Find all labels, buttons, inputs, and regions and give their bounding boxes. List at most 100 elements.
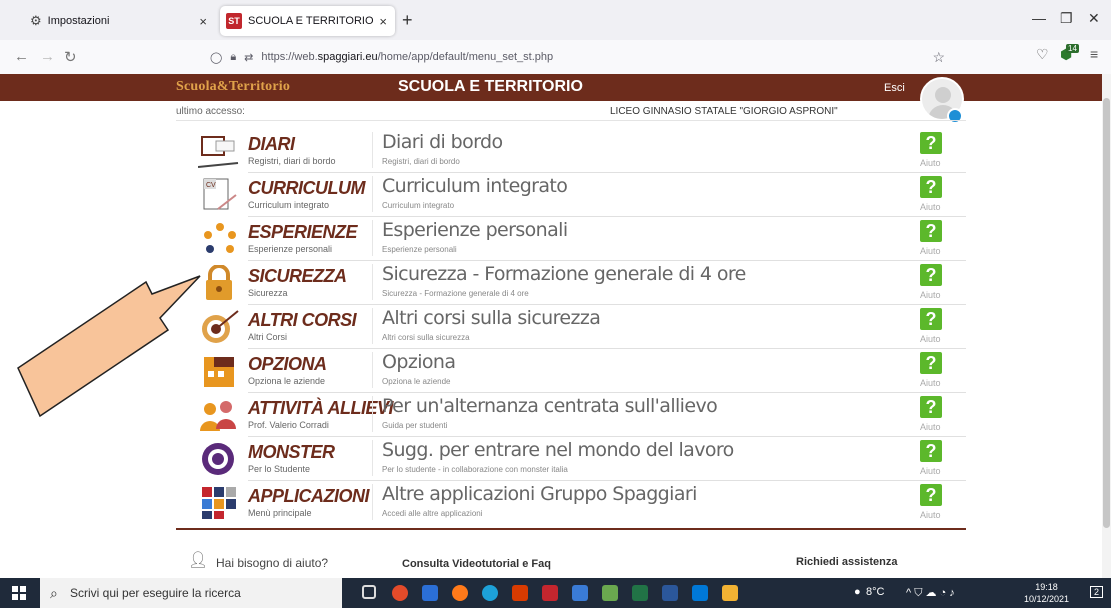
target-icon[interactable] (198, 309, 240, 345)
menu-row-curriculum[interactable]: CV CURRICULUM Curriculum integrato Curricul… (176, 172, 966, 216)
close-window-button[interactable]: ✕ (1088, 10, 1100, 27)
menu-row-altri-corsi[interactable]: ALTRI CORSI Altri Corsi Altri corsi sulla … (176, 304, 966, 348)
file-explorer-icon[interactable] (422, 585, 438, 601)
photos-icon[interactable] (692, 585, 708, 601)
help-label[interactable]: Aiuto (920, 158, 941, 168)
menu-row-opziona[interactable]: OPZIONA Opziona le aziende Opziona Opziona … (176, 348, 966, 392)
menu-row-sicurezza[interactable]: SICUREZZA Sicurezza Sicurezza - Formazione… (176, 260, 966, 304)
help-icon[interactable]: ? (920, 132, 942, 154)
back-icon[interactable]: ← (14, 48, 29, 65)
menu-item-description[interactable]: Altri corsi sulla sicurezza (382, 307, 601, 329)
menu-item-title[interactable]: CURRICULUM (248, 178, 365, 199)
help-label[interactable]: Aiuto (920, 202, 941, 212)
help-icon[interactable]: ? (920, 176, 942, 198)
menu-item-description[interactable]: Curriculum integrato (382, 175, 568, 197)
menu-row-esperienze[interactable]: ESPERIENZE Esperienze personali Esperienze… (176, 216, 966, 260)
firefox-icon[interactable] (452, 585, 468, 601)
taskbar-search-input[interactable]: ⌕ Scrivi qui per eseguire la ricerca (40, 578, 342, 608)
windows-taskbar: ⌕ Scrivi qui per eseguire la ricerca ● 8… (0, 578, 1111, 608)
menu-item-title[interactable]: APPLICAZIONI (248, 486, 370, 507)
menu-item-title[interactable]: ALTRI CORSI (248, 310, 357, 331)
help-icon[interactable]: ? (920, 220, 942, 242)
tab-settings[interactable]: ⚙ Impostazioni × (30, 6, 215, 36)
logout-link[interactable]: Esci (884, 82, 905, 94)
tutorial-link[interactable]: Consulta Videotutorial e Faq (402, 558, 551, 570)
menu-item-description[interactable]: Per un'alternanza centrata sull'allievo (382, 395, 718, 417)
menu-item-description[interactable]: Esperienze personali (382, 219, 568, 241)
menu-item-title[interactable]: DIARI (248, 134, 295, 155)
monster-icon[interactable] (198, 441, 240, 477)
new-tab-button[interactable]: + (402, 10, 413, 31)
menu-item-subtitle: Registri, diari di bordo (248, 156, 336, 166)
help-label[interactable]: Aiuto (920, 334, 941, 344)
column-divider (372, 176, 373, 212)
minimize-button[interactable]: — (1032, 10, 1046, 26)
edge-icon[interactable] (482, 585, 498, 601)
menu-item-description[interactable]: Sicurezza - Formazione generale di 4 ore (382, 263, 746, 285)
padlock-icon[interactable] (198, 264, 240, 301)
help-label[interactable]: Aiuto (920, 510, 941, 520)
mail-icon[interactable] (572, 585, 588, 601)
chrome-icon[interactable] (392, 585, 408, 601)
word-icon[interactable] (662, 585, 678, 601)
help-label[interactable]: Aiuto (920, 466, 941, 476)
clock[interactable]: 19:18 10/12/2021 (1024, 581, 1069, 605)
help-question-link[interactable]: Hai bisogno di aiuto? (216, 556, 328, 570)
assistance-link[interactable]: Richiedi assistenza (796, 556, 898, 568)
menu-row-diari[interactable]: DIARI Registri, diari di bordo Diari di bo… (176, 128, 966, 172)
menu-item-title[interactable]: MONSTER (248, 442, 335, 463)
pocket-icon[interactable]: ♡ (1036, 46, 1049, 63)
app-icon[interactable] (722, 585, 738, 601)
task-view-icon[interactable] (362, 585, 376, 599)
menu-row-applicazioni[interactable]: APPLICAZIONI Menù principale Altre applica… (176, 480, 966, 524)
menu-item-title[interactable]: OPZIONA (248, 354, 327, 375)
help-label[interactable]: Aiuto (920, 246, 941, 256)
tab-scuola-territorio[interactable]: ST SCUOLA E TERRITORIO × (220, 6, 395, 36)
help-icon[interactable]: ? (920, 484, 942, 506)
tray-icons[interactable]: ^ ⛉ ☁ ◔ ♪ (906, 586, 955, 600)
forward-icon[interactable]: → (40, 48, 55, 65)
close-icon[interactable]: × (379, 14, 387, 29)
tab-label: Impostazioni (47, 15, 110, 27)
menu-row-attivit-allievi[interactable]: ATTIVITÀ ALLIEVI Prof. Valerio Corradi Per… (176, 392, 966, 436)
office-icon[interactable] (512, 585, 528, 601)
cv-icon[interactable]: CV (198, 177, 240, 213)
scrollbar[interactable] (1102, 74, 1111, 578)
menu-item-description[interactable]: Altre applicazioni Gruppo Spaggiari (382, 483, 697, 505)
scrollbar-thumb[interactable] (1103, 98, 1110, 528)
students-icon[interactable] (198, 397, 240, 433)
weather-icon: ● (854, 586, 861, 598)
excel-icon[interactable] (632, 585, 648, 601)
store-icon[interactable] (542, 585, 558, 601)
menu-item-title[interactable]: ESPERIENZE (248, 222, 358, 243)
help-icon[interactable]: ? (920, 352, 942, 374)
building-icon[interactable] (198, 353, 240, 389)
reload-icon[interactable]: ↻ (64, 48, 77, 66)
help-icon[interactable]: ? (920, 264, 942, 286)
apps-grid-icon[interactable] (198, 485, 240, 521)
notification-center-icon[interactable]: 2 (1090, 586, 1104, 598)
site-logo[interactable]: Scuola&Territorio (176, 79, 290, 95)
bookmark-star-icon[interactable]: ☆ (932, 49, 945, 66)
menu-item-title[interactable]: SICUREZZA (248, 266, 347, 287)
menu-item-description[interactable]: Sugg. per entrare nel mondo del lavoro (382, 439, 734, 461)
help-icon[interactable]: ? (920, 440, 942, 462)
url-bar[interactable]: ◯ 🔒︎ ⇄ https://web.spaggiari.eu/home/app… (210, 45, 955, 69)
help-label[interactable]: Aiuto (920, 290, 941, 300)
menu-row-monster[interactable]: MONSTER Per lo Studente Sugg. per entrare … (176, 436, 966, 480)
column-divider (372, 440, 373, 476)
menu-icon[interactable]: ≡ (1090, 46, 1098, 62)
restore-button[interactable]: ❐ (1060, 10, 1073, 27)
help-label[interactable]: Aiuto (920, 378, 941, 388)
help-icon[interactable]: ? (920, 308, 942, 330)
experience-icon[interactable] (198, 221, 240, 257)
svg-text:CV: CV (206, 182, 216, 189)
menu-item-description[interactable]: Opziona (382, 351, 456, 373)
menu-item-description[interactable]: Diari di bordo (382, 131, 503, 153)
windows-start-icon[interactable] (12, 586, 26, 600)
help-label[interactable]: Aiuto (920, 422, 941, 432)
close-icon[interactable]: × (199, 14, 207, 29)
help-icon[interactable]: ? (920, 396, 942, 418)
diary-icon[interactable] (197, 133, 240, 169)
people-icon[interactable] (602, 585, 618, 601)
